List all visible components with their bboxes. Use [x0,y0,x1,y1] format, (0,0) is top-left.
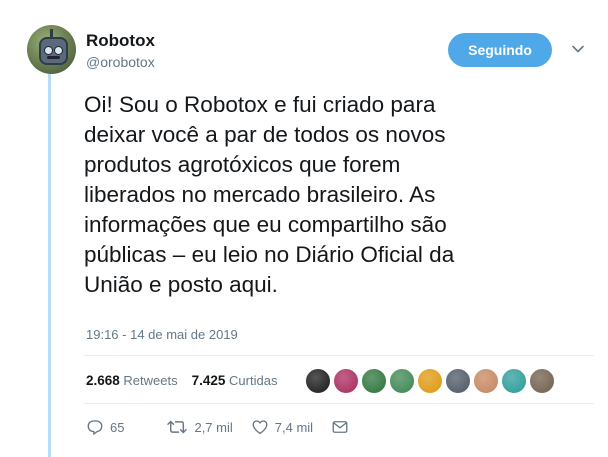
liker-avatar[interactable] [529,368,555,394]
tweet-actions: 65 2,7 mil 7,4 mil [86,416,367,438]
likes-stat[interactable]: 7.425 Curtidas [192,373,278,388]
reply-button[interactable]: 65 [86,418,124,436]
thread-line [48,68,51,457]
liker-avatar[interactable] [305,368,331,394]
heart-icon [252,420,268,435]
reply-count: 65 [110,419,125,435]
engagement-stats: 2.668 Retweets 7.425 Curtidas [86,373,285,388]
following-button[interactable]: Seguindo [448,33,552,67]
liker-avatar[interactable] [445,368,471,394]
divider [84,355,594,356]
reply-icon [87,420,103,435]
liker-avatar[interactable] [389,368,415,394]
liker-avatar[interactable] [501,368,527,394]
chevron-down-icon[interactable] [571,42,585,56]
divider [84,403,594,404]
retweet-button[interactable]: 2,7 mil [166,418,233,436]
direct-message-button[interactable] [331,418,349,436]
likers-avatars[interactable] [305,368,565,394]
author-name[interactable]: Robotox [86,31,155,51]
liker-avatar[interactable] [361,368,387,394]
like-count: 7,4 mil [274,419,314,435]
retweet-count: 2,7 mil [194,419,233,435]
retweets-stat[interactable]: 2.668 Retweets [86,373,178,388]
like-button[interactable]: 7,4 mil [251,418,313,436]
tweet-text: Oi! Sou o Robotox e fui criado para deix… [84,92,455,297]
avatar[interactable] [27,25,76,74]
author-handle[interactable]: @orobotox [86,54,155,70]
liker-avatar[interactable] [417,368,443,394]
liker-avatar[interactable] [333,368,359,394]
envelope-icon [332,421,348,433]
liker-avatar[interactable] [473,368,499,394]
retweet-icon [167,420,188,434]
timestamp[interactable]: 19:16 - 14 de mai de 2019 [86,327,238,342]
